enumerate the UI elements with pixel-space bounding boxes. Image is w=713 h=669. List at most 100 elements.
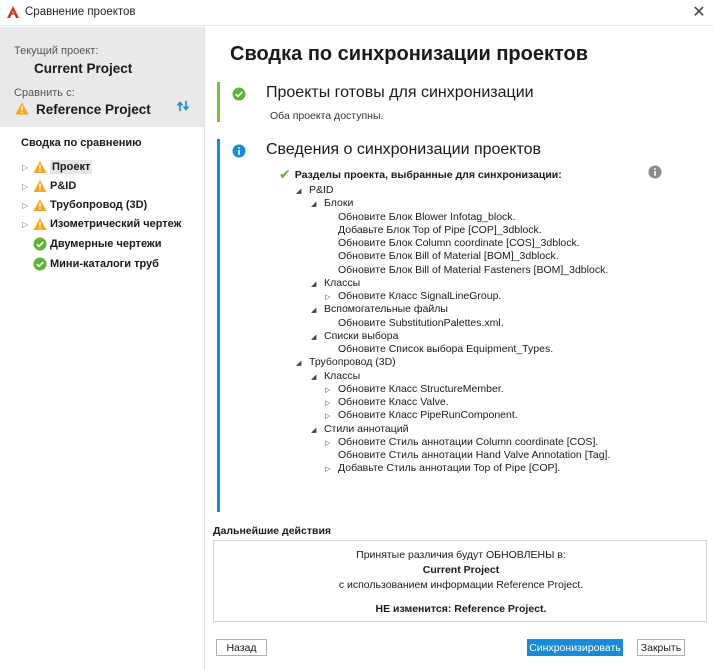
window-title: Сравнение проектов (25, 6, 136, 18)
warning-triangle-icon (33, 161, 47, 173)
sync-tree-line[interactable]: ▷ Обновите Класс StructureMember. (325, 383, 504, 395)
sync-tree-line: Добавьте Блок Top of Pipe [COP]_3dblock. (325, 224, 542, 236)
sync-tree-line: Обновите Блок Bill of Material [BOM]_3db… (325, 250, 559, 262)
collapse-triangle-icon[interactable]: ◢ (311, 373, 324, 381)
sync-tree-text: Обновите Блок Bill of Material Fasteners… (338, 263, 609, 276)
further-actions-title: Дальнейшие действия (213, 525, 332, 537)
sync-tree-line[interactable]: ◢ Классы (311, 277, 360, 289)
info-circle-icon[interactable] (648, 165, 662, 179)
collapse-triangle-icon[interactable]: ◢ (311, 200, 324, 208)
info-heading: Сведения о синхронизации проектов (266, 141, 542, 158)
tree-item-piping-3d[interactable]: ▷ Трубопровод (3D) (22, 196, 147, 214)
info-circle-icon (232, 144, 246, 158)
expand-arrow-icon[interactable]: ▷ (22, 220, 33, 229)
collapse-triangle-icon[interactable]: ◢ (311, 280, 324, 288)
sync-tree-text: Блоки (324, 197, 354, 210)
sync-tree-line[interactable]: ◢ Трубопровод (3D) (296, 356, 396, 368)
tree-item-label: Трубопровод (3D) (50, 199, 148, 211)
tree-item-2d-drawings[interactable]: Двумерные чертежи (22, 235, 161, 253)
sync-tree-line[interactable]: ▷ Обновите Класс SignalLineGroup. (325, 290, 501, 302)
sync-tree-line: Обновите Блок Bill of Material Fasteners… (325, 264, 608, 276)
tree-item-label: P&ID (50, 180, 77, 192)
further-line-2: Current Project (422, 564, 500, 576)
checkmark-icon: ✔ (279, 166, 291, 182)
sync-tree-text: Трубопровод (3D) (309, 356, 396, 369)
back-button[interactable]: Назад (216, 639, 267, 656)
warning-triangle-icon (33, 218, 47, 230)
collapse-triangle-icon[interactable]: ◢ (311, 333, 324, 341)
reference-project-name: Reference Project (36, 102, 151, 117)
close-window-button[interactable]: ✕ (685, 0, 713, 26)
sync-tree-text: Обновите Блок Blower Infotag_block. (338, 210, 516, 223)
sync-tree-text: Обновите Блок Bill of Material [BOM]_3db… (338, 250, 559, 263)
sync-tree-text: Классы (324, 369, 361, 382)
expand-arrow-icon[interactable]: ▷ (22, 201, 33, 210)
sync-tree-line[interactable]: ◢ Классы (311, 370, 360, 382)
tree-item-project[interactable]: ▷ Проект (22, 158, 93, 176)
expand-triangle-icon[interactable]: ▷ (325, 412, 338, 420)
expand-triangle-icon[interactable]: ▷ (325, 439, 338, 447)
collapse-triangle-icon[interactable]: ◢ (296, 359, 309, 367)
comparison-summary-title: Сводка по сравнению (21, 137, 142, 149)
sync-tree-text: Вспомогательные файлы (324, 303, 448, 316)
sync-tree-text: Обновите Класс SignalLineGroup. (338, 290, 502, 302)
expand-arrow-icon[interactable]: ▷ (22, 182, 33, 191)
current-project-name: Current Project (34, 61, 133, 76)
sync-tree-line[interactable]: ◢ P&ID (296, 184, 334, 196)
sync-tree-text: Стили аннотаций (324, 422, 409, 435)
sync-tree-text: Обновите Класс StructureMember. (338, 382, 504, 395)
expand-arrow-icon[interactable]: ▷ (22, 163, 33, 172)
sync-tree-line: Обновите Список выбора Equipment_Types. (325, 343, 553, 355)
sync-tree-line[interactable]: ▷ Обновите Класс PipeRunComponent. (325, 409, 518, 421)
collapse-triangle-icon[interactable]: ◢ (296, 187, 309, 195)
sync-tree-line: Обновите Стиль аннотации Hand Valve Anno… (325, 449, 610, 461)
expand-triangle-icon[interactable]: ▷ (325, 399, 338, 407)
tree-item-isometric[interactable]: ▷ Изометрический чертеж (22, 215, 181, 233)
expand-triangle-icon[interactable]: ▷ (325, 465, 338, 473)
sync-tree-text: Классы (324, 276, 361, 289)
sync-tree-text: Обновите Стиль аннотации Column coordina… (338, 435, 599, 448)
sync-tree-line[interactable]: ◢ Вспомогательные файлы (311, 303, 448, 315)
sync-tree-line[interactable]: ◢ Стили аннотаций (311, 423, 409, 435)
selected-sections-header: ✔ Разделы проекта, выбранные для синхрон… (279, 166, 562, 183)
compare-with-label: Сравнить с: (14, 87, 75, 99)
info-section-bar (217, 139, 220, 512)
project-info-block: Текущий проект: Current Project Сравнить… (0, 27, 204, 127)
further-line-1: Принятые различия будут ОБНОВЛЕНЫ в: (356, 549, 566, 561)
warning-triangle-icon (33, 180, 47, 192)
tree-item-spec-catalogs[interactable]: Мини-каталоги труб (22, 255, 159, 273)
sync-tree-text: P&ID (309, 184, 334, 196)
sync-tree-text: Списки выбора (324, 329, 399, 342)
sync-tree-line[interactable]: ▷ Добавьте Стиль аннотации Top of Pipe [C… (325, 462, 560, 474)
further-line-4: НЕ изменится: Reference Project. (375, 603, 547, 615)
ready-heading: Проекты готовы для синхронизации (266, 84, 534, 101)
sync-tree-text: Обновите SubstitutionPalettes.xml. (338, 316, 504, 329)
tree-item-label: Изометрический чертеж (50, 218, 182, 230)
tree-item-label: Мини-каталоги труб (50, 258, 159, 270)
sync-tree-text: Обновите Список выбора Equipment_Types. (338, 343, 554, 355)
sync-tree-text: Добавьте Стиль аннотации Top of Pipe [CO… (338, 462, 561, 475)
synchronize-button[interactable]: Синхронизировать (527, 639, 623, 656)
current-project-label: Текущий проект: (14, 45, 99, 57)
left-panel: Текущий проект: Current Project Сравнить… (0, 27, 204, 669)
expand-triangle-icon[interactable]: ▷ (325, 386, 338, 394)
sync-tree-line[interactable]: ▷ Обновите Стиль аннотации Column coordin… (325, 436, 598, 448)
tree-item-label: Двумерные чертежи (50, 238, 162, 250)
sync-tree-line: Обновите SubstitutionPalettes.xml. (325, 317, 504, 329)
close-button[interactable]: Закрыть (637, 639, 685, 656)
ready-subtext: Оба проекта доступны. (270, 110, 384, 122)
sync-tree-line[interactable]: ◢ Блоки (311, 197, 353, 209)
sync-tree-text: Обновите Блок Column coordinate [COS]_3d… (338, 237, 580, 249)
expand-triangle-icon[interactable]: ▷ (325, 293, 338, 301)
sync-tree-line: Обновите Блок Blower Infotag_block. (325, 211, 515, 223)
sync-tree-line[interactable]: ▷ Обновите Класс Valve. (325, 396, 449, 408)
warning-triangle-icon (15, 102, 29, 115)
collapse-triangle-icon[interactable]: ◢ (311, 426, 324, 434)
tree-item-pid[interactable]: ▷ P&ID (22, 177, 76, 195)
check-circle-icon (33, 257, 47, 271)
main-panel: Сводка по синхронизации проектов Проекты… (205, 27, 713, 669)
collapse-triangle-icon[interactable]: ◢ (311, 306, 324, 314)
sync-tree-line[interactable]: ◢ Списки выбора (311, 330, 398, 342)
sync-tree-text: Обновите Стиль аннотации Hand Valve Anno… (338, 449, 611, 461)
swap-arrows-icon[interactable] (176, 99, 190, 113)
